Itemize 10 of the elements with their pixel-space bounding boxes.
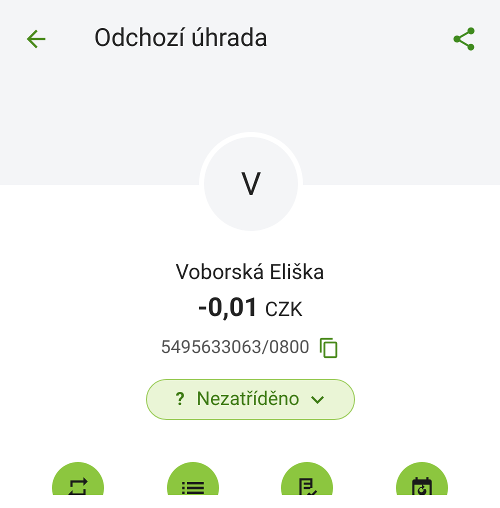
screen-title: Odchozí úhrada xyxy=(94,23,268,56)
category-button[interactable]: ? Nezatříděno xyxy=(146,379,354,420)
copy-icon[interactable] xyxy=(318,336,340,358)
amount: -0,01 xyxy=(198,292,259,325)
avatar: V xyxy=(204,137,298,231)
account-number: 5495633063/0800 xyxy=(160,336,310,360)
list-icon xyxy=(182,482,204,494)
currency: CZK xyxy=(264,296,302,323)
payee-name: Voborská Eliška xyxy=(176,260,324,287)
chevron-down-icon xyxy=(311,396,324,404)
